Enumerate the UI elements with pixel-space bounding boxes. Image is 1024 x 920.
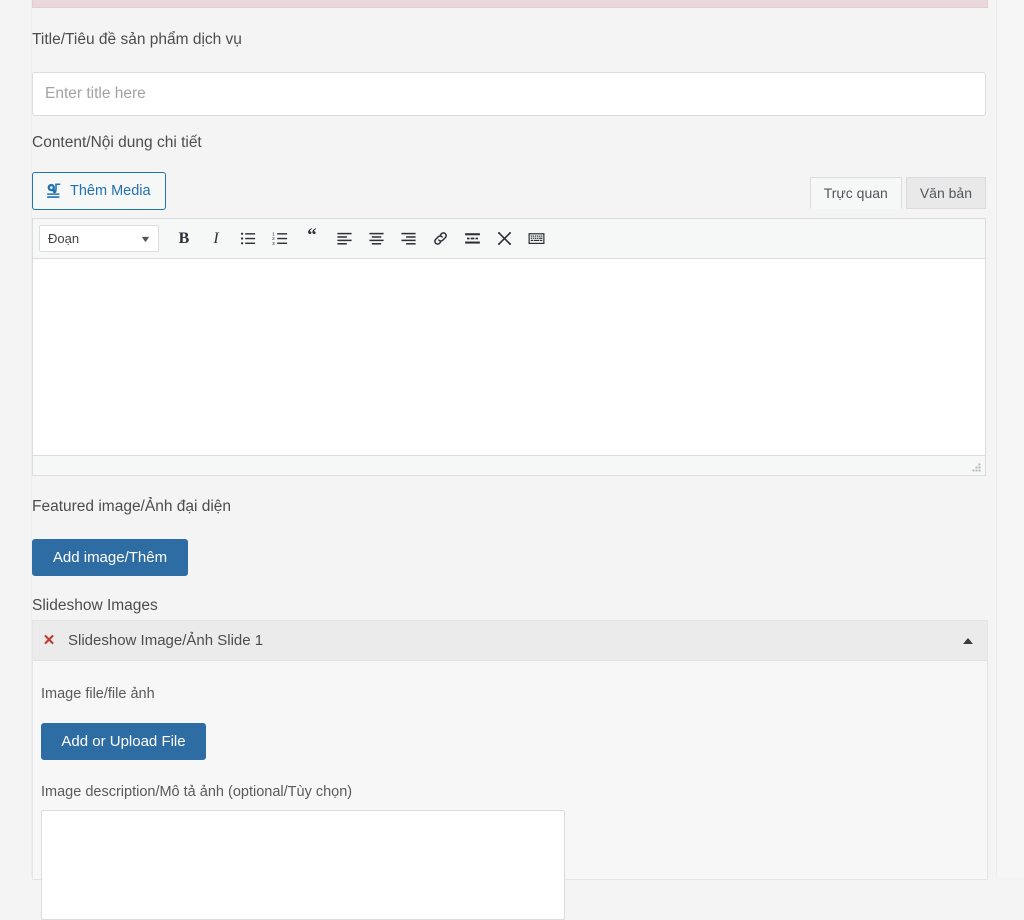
slideshow-item-title: Slideshow Image/Ảnh Slide 1 <box>68 632 264 649</box>
admin-notice-sliver <box>32 0 988 8</box>
right-gutter <box>996 0 1024 877</box>
align-left-icon[interactable] <box>329 224 359 254</box>
italic-icon[interactable]: I <box>201 224 231 254</box>
image-description-textarea[interactable] <box>41 810 565 920</box>
blockquote-icon[interactable]: “ <box>297 221 327 257</box>
paragraph-format-select[interactable]: Đoạn ▼ <box>39 225 159 252</box>
page-root: Title/Tiêu đề sản phẩm dịch vụ Content/N… <box>0 0 1024 920</box>
insert-link-icon[interactable] <box>425 224 455 254</box>
align-right-icon[interactable] <box>393 224 423 254</box>
tab-text[interactable]: Văn bản <box>905 177 986 209</box>
slideshow-item-body: Image file/file ảnh Add or Upload File I… <box>33 661 987 920</box>
add-or-upload-file-button[interactable]: Add or Upload File <box>41 723 206 760</box>
resize-grip-icon[interactable] <box>970 461 982 473</box>
editor-box: Đoạn ▼ B I 1 2 3 “ <box>32 218 986 476</box>
featured-image-label: Featured image/Ảnh đại diện <box>32 498 232 515</box>
slideshow-repeater: ✕ Slideshow Image/Ảnh Slide 1 Image file… <box>32 620 988 920</box>
editor-toolbar: Đoạn ▼ B I 1 2 3 “ <box>33 219 985 259</box>
read-more-icon[interactable] <box>457 224 487 254</box>
admin-content-column: Title/Tiêu đề sản phẩm dịch vụ Content/N… <box>32 0 996 920</box>
tab-visual[interactable]: Trực quan <box>809 177 902 209</box>
image-file-label: Image file/file ảnh <box>41 686 155 702</box>
editor-top-bar: Thêm Media Trực quan Văn bản <box>32 170 986 218</box>
add-media-button[interactable]: Thêm Media <box>32 172 166 210</box>
media-add-icon <box>45 182 63 200</box>
add-media-label: Thêm Media <box>70 183 151 199</box>
editor-statusbar <box>33 455 985 475</box>
triangle-up-icon[interactable] <box>963 637 973 644</box>
toolbar-toggle-icon[interactable] <box>489 224 519 254</box>
align-center-icon[interactable] <box>361 224 391 254</box>
svg-text:3: 3 <box>272 241 275 247</box>
content-field-label: Content/Nội dung chi tiết <box>32 134 202 151</box>
bulleted-list-icon[interactable] <box>233 224 263 254</box>
bold-icon[interactable]: B <box>169 224 199 254</box>
slideshow-images-label: Slideshow Images <box>32 597 158 614</box>
paragraph-format-value: Đoạn <box>48 231 80 246</box>
add-featured-image-button[interactable]: Add image/Thêm <box>32 539 188 576</box>
title-field-label: Title/Tiêu đề sản phẩm dịch vụ <box>32 31 242 48</box>
chevron-down-icon: ▼ <box>139 233 152 244</box>
editor-content-area[interactable] <box>33 259 985 455</box>
image-description-label: Image description/Mô tả ảnh (optional/Tù… <box>41 784 353 800</box>
slideshow-item-header[interactable]: ✕ Slideshow Image/Ảnh Slide 1 <box>33 621 987 661</box>
numbered-list-icon[interactable]: 1 2 3 <box>265 224 295 254</box>
remove-x-icon[interactable]: ✕ <box>41 633 57 648</box>
keyboard-shortcuts-icon[interactable] <box>521 224 551 254</box>
content-editor: Thêm Media Trực quan Văn bản Đoạn ▼ B I <box>32 170 986 476</box>
title-input[interactable] <box>32 72 986 116</box>
editor-mode-tabs: Trực quan Văn bản <box>809 177 986 209</box>
left-gutter <box>0 0 32 877</box>
